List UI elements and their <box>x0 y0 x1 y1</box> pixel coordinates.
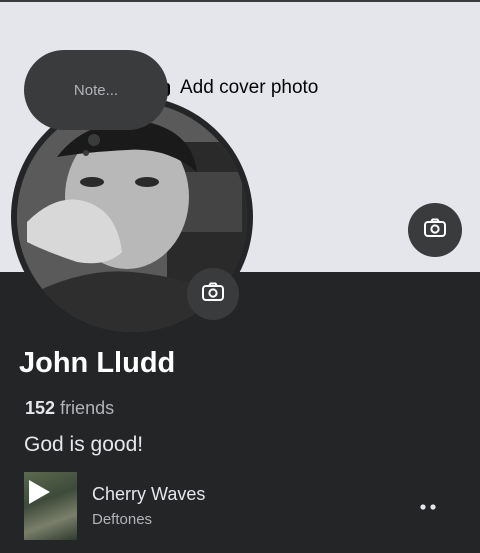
friends-label: friends <box>60 398 115 418</box>
note-bubble[interactable]: Note... <box>24 50 168 130</box>
friends-count-link[interactable]: 152 friends <box>25 398 114 419</box>
more-options-button[interactable] <box>416 494 440 518</box>
camera-icon <box>202 282 224 306</box>
profile-bio: God is good! <box>24 433 144 456</box>
song-artist: Deftones <box>92 511 153 528</box>
profile-name: John Lludd <box>19 347 176 379</box>
profile-music-row[interactable]: Cherry Waves Deftones <box>24 472 464 540</box>
song-title: Cherry Waves <box>92 484 206 504</box>
camera-icon <box>424 218 446 242</box>
add-cover-photo-button[interactable]: Add cover photo <box>150 72 318 104</box>
album-art[interactable] <box>24 472 77 540</box>
edit-profile-picture-camera-button[interactable] <box>187 268 239 320</box>
friends-count: 152 <box>25 398 56 418</box>
note-bubble-tail-small <box>83 150 89 156</box>
edit-cover-camera-button[interactable] <box>408 203 462 257</box>
note-placeholder: Note... <box>73 81 119 99</box>
add-cover-photo-label: Add cover photo <box>180 77 319 98</box>
note-bubble-tail-large <box>88 134 100 146</box>
more-icon <box>419 497 437 515</box>
play-icon[interactable] <box>26 478 52 511</box>
